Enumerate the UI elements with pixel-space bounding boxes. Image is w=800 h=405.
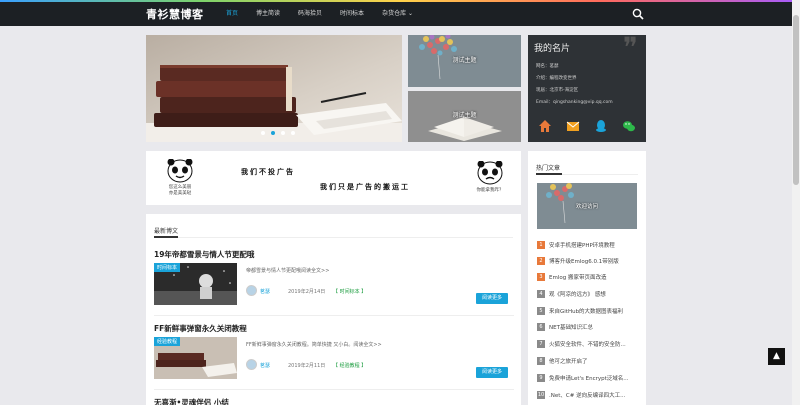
hot-post-item[interactable]: 6 NET基础知识汇总 (537, 321, 641, 333)
read-more-button[interactable]: 阅读更多 (476, 293, 508, 304)
hot-post-item[interactable]: 9 免费申请Let's Encrypt泛域名... (537, 372, 641, 384)
heading-divider (154, 237, 513, 238)
slider-dot[interactable] (291, 131, 295, 135)
post-category-tag[interactable]: 时间标本 (154, 263, 181, 272)
profile-email: Email：qingshanking@vip.qq.com (536, 100, 613, 105)
panda-meme-icon (167, 159, 193, 183)
heading-underline (154, 236, 178, 238)
post-title[interactable]: 无喜渐•灵魂伴侣 小结 (154, 397, 229, 405)
hot-posts-banner[interactable]: 欢迎访问 (537, 183, 637, 229)
post-category[interactable]: 【 时间标本 】 (333, 288, 366, 295)
hot-post-item[interactable]: 2 博客升级Emlog6.0.1带别版 (537, 255, 641, 267)
rank-badge: 7 (537, 340, 545, 348)
post-divider (154, 315, 514, 316)
menu-item-misc[interactable]: 杂货仓库 ⌄ (376, 2, 419, 26)
rank-badge: 5 (537, 307, 545, 315)
rank-badge: 1 (537, 241, 545, 249)
post-author[interactable]: 茗瑟 (260, 288, 270, 295)
profile-card: ❞ 我的名片 网名：茗瑟 介绍：编程改变世界 现居：北京市-海淀区 Email：… (528, 31, 646, 142)
main-menu: 首页 博主简读 码海拾贝 时间标本 杂货仓库 ⌄ (220, 2, 425, 26)
profile-nickname: 网名：茗瑟 (536, 64, 559, 69)
hot-post-title[interactable]: NET基础知识汇总 (549, 323, 641, 331)
hot-post-title[interactable]: 火狐安全软件、不错的安全防... (549, 340, 641, 348)
post-date: 2019年2月11日 (288, 363, 326, 369)
hot-post-title[interactable]: 来自GitHub的大数据图表福利 (549, 307, 641, 315)
post-category[interactable]: 【 经验教程 】 (333, 362, 366, 369)
post-title[interactable]: 19年帝都雪景与情人节更配哦 (154, 249, 254, 260)
avatar (246, 359, 257, 370)
latest-posts-heading: 最新博文 (154, 228, 179, 235)
hot-banner-caption: 欢迎访问 (575, 204, 598, 210)
panda-meme-icon (477, 161, 503, 185)
featured-thumb-1[interactable]: 测试主题 (408, 35, 521, 87)
thumb-caption: 测试主题 (452, 57, 477, 64)
hot-post-item[interactable]: 10 .Net、C# 逆向反编译四大工... (537, 389, 641, 401)
rank-badge: 9 (537, 374, 545, 382)
slider-dot[interactable] (281, 131, 285, 135)
ad-headline-1: 我们不投广告 (241, 168, 295, 176)
site-logo[interactable]: 青衫慧博客 (146, 6, 204, 22)
post-divider (154, 389, 514, 390)
hot-post-item[interactable]: 7 火狐安全软件、不错的安全防... (537, 338, 641, 350)
featured-thumb-2[interactable]: 测试主题 (408, 91, 521, 142)
ad-left-caption: 您这么美丽 亦是美美哒 (168, 185, 192, 196)
post-category-tag[interactable]: 经验教程 (154, 337, 181, 346)
post-date: 2019年2月14日 (288, 289, 326, 295)
rank-badge: 2 (537, 257, 545, 265)
profile-location: 现居：北京市-海淀区 (536, 88, 579, 93)
top-navbar: 青衫慧博客 首页 博主简读 码海拾贝 时间标本 杂货仓库 ⌄ (0, 2, 800, 26)
qq-icon[interactable] (594, 118, 608, 132)
menu-item-about[interactable]: 博主简读 (250, 2, 286, 26)
back-to-top-button[interactable]: ▲ (768, 348, 785, 365)
heading-underline (536, 173, 562, 175)
hot-posts-panel: 热门文章 欢迎访问 1 安卓手机搭建PHP环境教程 2 博客升级Emlog6.0.1… (528, 151, 646, 405)
thumb-caption: 测试主题 (452, 112, 477, 119)
search-icon[interactable] (632, 8, 644, 20)
hot-post-title[interactable]: .Net、C# 逆向反编译四大工... (549, 391, 641, 399)
hero-slider[interactable] (146, 35, 402, 142)
menu-item-home[interactable]: 首页 (220, 2, 244, 26)
rank-badge: 4 (537, 290, 545, 298)
hot-post-item[interactable]: 1 安卓手机搭建PHP环境教程 (537, 239, 641, 251)
rank-badge: 8 (537, 357, 545, 365)
slider-dot[interactable] (261, 131, 265, 135)
menu-item-time[interactable]: 时间标本 (334, 2, 370, 26)
post-title[interactable]: FF新鲜事弹窗永久关闭教程 (154, 323, 247, 334)
hot-post-title[interactable]: 博客升级Emlog6.0.1带别版 (549, 257, 641, 265)
post-excerpt: 帝都雪景与情人节更配哦阅读全文>> (246, 268, 330, 274)
hot-post-title[interactable]: 观《阿凉的远方》 感想 (549, 290, 641, 298)
slider-dots (258, 131, 298, 135)
mail-icon[interactable] (566, 118, 580, 132)
hot-posts-heading: 热门文章 (536, 165, 561, 172)
profile-intro: 介绍：编程改变世界 (536, 76, 577, 81)
ad-right-caption: 你能拿我咋？ (476, 188, 504, 193)
rank-badge: 6 (537, 323, 545, 331)
hot-post-title[interactable]: 安卓手机搭建PHP环境教程 (549, 241, 641, 249)
post-excerpt: FF新鲜事弹窗永久关闭教程。简单快捷 又小白。阅读全文>> (246, 342, 382, 348)
books-photo (146, 35, 402, 142)
hot-post-item[interactable]: 4 观《阿凉的远方》 感想 (537, 288, 641, 300)
rank-badge: 10 (537, 391, 545, 399)
read-more-button[interactable]: 阅读更多 (476, 367, 508, 378)
hot-post-item[interactable]: 5 来自GitHub的大数据图表福利 (537, 305, 641, 317)
scrollbar-thumb[interactable] (793, 15, 799, 185)
post-author[interactable]: 茗瑟 (260, 362, 270, 369)
ad-banner[interactable]: 您这么美丽 亦是美美哒 我们不投广告 我们只是广告的搬运工 你能拿我咋？ (146, 151, 521, 205)
ad-headline-2: 我们只是广告的搬运工 (320, 183, 410, 191)
home-icon[interactable] (538, 118, 552, 132)
quote-mark-icon: ❞ (622, 31, 638, 64)
hot-post-item[interactable]: 3 Emlog 搬家带页面改造 (537, 271, 641, 283)
rank-badge: 3 (537, 273, 545, 281)
profile-card-title: 我的名片 (534, 44, 571, 54)
profile-social-icons (538, 118, 650, 132)
menu-item-code[interactable]: 码海拾贝 (292, 2, 328, 26)
avatar (246, 285, 257, 296)
hot-post-title[interactable]: 免费申请Let's Encrypt泛域名... (549, 374, 641, 382)
slider-dot-active[interactable] (271, 131, 275, 135)
latest-posts-panel: 最新博文 19年帝都雪景与情人节更配哦 时间标本 帝都雪景与情人节更配哦阅读全文… (146, 214, 521, 405)
wechat-icon[interactable] (622, 118, 636, 132)
hot-post-title[interactable]: 他可之旅开启了 (549, 357, 641, 365)
hot-post-item[interactable]: 8 他可之旅开启了 (537, 355, 641, 367)
hot-post-title[interactable]: Emlog 搬家带页面改造 (549, 273, 641, 281)
